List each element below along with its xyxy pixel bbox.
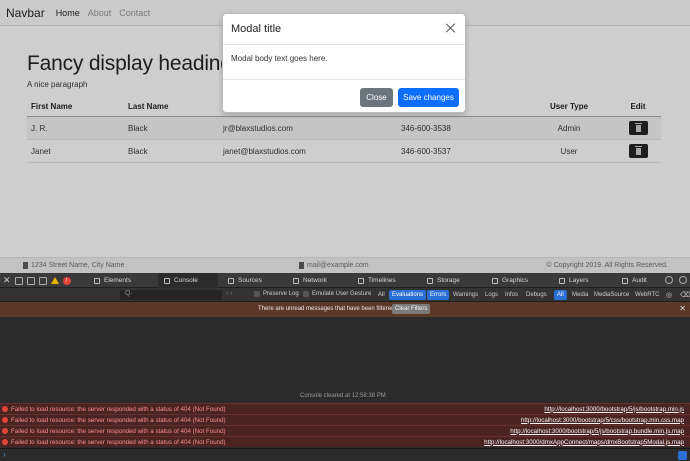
console-prompt[interactable]: ›: [0, 448, 690, 461]
modal-header: Modal title: [223, 14, 465, 45]
level-infos-button[interactable]: Infos: [502, 290, 521, 300]
modal-dialog: Modal title Modal body text goes here. C…: [222, 13, 466, 113]
error-icon: [2, 439, 8, 445]
modal-title: Modal title: [231, 23, 282, 35]
dock-icon[interactable]: [14, 276, 23, 285]
close-icon[interactable]: [445, 22, 457, 34]
error-source-link[interactable]: http://localhost:3000/dmxAppConnect/maps…: [484, 439, 684, 446]
error-source-link[interactable]: http://localhost:3000/bootstrap/5/css/bo…: [521, 417, 684, 424]
tab-storage[interactable]: Storage: [427, 273, 460, 288]
error-source-link[interactable]: http://localhost:3000/bootstrap/5/js/boo…: [544, 406, 684, 413]
type-all-button[interactable]: All: [554, 290, 567, 300]
error-message: Failed to load resource: the server resp…: [11, 416, 226, 424]
console-filter-input[interactable]: [120, 290, 222, 300]
timelines-icon: [358, 277, 364, 284]
clear-console-icon[interactable]: ⌫: [677, 290, 690, 300]
elements-icon: [94, 277, 100, 284]
console-cleared-message: Console cleared at 12:58:38 PM: [300, 393, 386, 399]
toggle-layout-icon[interactable]: ◎: [663, 290, 675, 300]
tab-graphics[interactable]: Graphics: [492, 273, 528, 288]
storage-icon: [427, 277, 433, 284]
banner-text: There are unread messages that have been…: [258, 306, 395, 312]
settings-gear-icon[interactable]: [679, 276, 687, 284]
modal-body: Modal body text goes here.: [231, 54, 328, 63]
warning-icon[interactable]: [50, 277, 59, 284]
tab-layers[interactable]: Layers: [559, 273, 589, 288]
clear-filters-button[interactable]: Clear Filters: [392, 304, 431, 314]
filter-search-icon: Q·: [125, 290, 133, 297]
devtools-tab-bar: ✕ ! Elements Console Sources Network Tim…: [0, 273, 690, 288]
error-message: Failed to load resource: the server resp…: [11, 438, 226, 446]
level-warnings-button[interactable]: Warnings: [450, 290, 481, 300]
console-filter-bar: Q· ‹ › Preserve Log Emulate User Gesture…: [0, 288, 690, 302]
tab-elements[interactable]: Elements: [94, 273, 131, 288]
console-error-row: Failed to load resource: the server resp…: [0, 436, 690, 447]
error-icon: [2, 428, 8, 434]
inspect-icon[interactable]: [38, 276, 47, 285]
console-error-row: Failed to load resource: the server resp…: [0, 425, 690, 436]
network-icon: [293, 277, 299, 284]
scope-all-button[interactable]: All: [375, 290, 388, 300]
audit-icon: [622, 277, 628, 284]
layers-icon: [559, 277, 565, 284]
execution-context-icon[interactable]: [678, 451, 687, 460]
search-icon[interactable]: [665, 276, 673, 284]
console-error-row: Failed to load resource: the server resp…: [0, 414, 690, 425]
error-message: Failed to load resource: the server resp…: [11, 427, 226, 435]
level-logs-button[interactable]: Logs: [482, 290, 501, 300]
error-count-icon[interactable]: !: [62, 276, 71, 285]
tab-network[interactable]: Network: [293, 273, 327, 288]
prompt-caret-icon: ›: [3, 450, 6, 459]
console-icon: [164, 277, 170, 284]
type-media-button[interactable]: Media: [569, 290, 591, 300]
close-devtools-icon[interactable]: ✕: [3, 276, 11, 285]
preserve-log-checkbox[interactable]: Preserve Log: [254, 291, 299, 297]
tab-sources[interactable]: Sources: [228, 273, 262, 288]
tab-console[interactable]: Console: [158, 273, 218, 288]
type-webrtc-button[interactable]: WebRTC: [632, 290, 662, 300]
error-message: Failed to load resource: the server resp…: [11, 405, 226, 413]
console-error-row: Failed to load resource: the server resp…: [0, 403, 690, 414]
level-debugs-button[interactable]: Debugs: [523, 290, 550, 300]
filter-nav-arrows-icon[interactable]: ‹ ›: [226, 290, 233, 297]
filtered-messages-banner: There are unread messages that have been…: [0, 302, 690, 317]
tab-timelines[interactable]: Timelines: [358, 273, 396, 288]
modal-footer: Close Save changes: [223, 79, 465, 114]
undock-icon[interactable]: [26, 276, 35, 285]
type-mediasource-button[interactable]: MediaSource: [591, 290, 632, 300]
emulate-gesture-checkbox[interactable]: Emulate User Gesture: [303, 291, 371, 297]
error-icon: [2, 406, 8, 412]
save-changes-button[interactable]: Save changes: [398, 88, 459, 107]
tab-audit[interactable]: Audit: [622, 273, 647, 288]
error-icon: [2, 417, 8, 423]
graphics-icon: [492, 277, 498, 284]
level-errors-button[interactable]: Errors: [427, 290, 450, 300]
sources-icon: [228, 277, 234, 284]
close-banner-icon[interactable]: ✕: [679, 304, 686, 313]
devtools-panel: ✕ ! Elements Console Sources Network Tim…: [0, 273, 690, 461]
web-page: Navbar Home About Contact Fancy display …: [0, 0, 690, 273]
scope-evaluations-button[interactable]: Evaluations: [389, 290, 427, 300]
error-source-link[interactable]: http://localhost:3000/bootstrap/5/js/boo…: [510, 428, 684, 435]
close-button[interactable]: Close: [360, 88, 393, 107]
